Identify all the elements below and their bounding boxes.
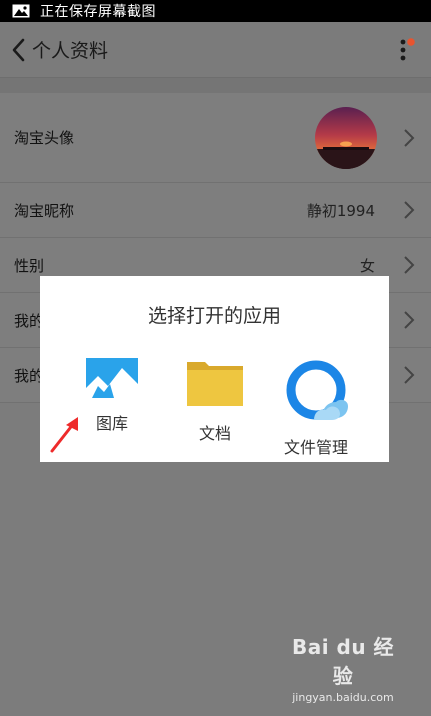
app-option-file-manager[interactable]: 文件管理 [266,358,366,458]
image-icon [12,4,30,18]
chevron-right-icon [404,201,415,219]
page-title: 个人资料 [32,40,109,62]
chevron-right-icon [404,128,415,147]
avatar[interactable] [315,107,377,169]
row-value: 静初1994 [306,201,375,220]
chevron-right-icon [404,256,415,274]
folder-icon [187,362,243,406]
app-chooser-dialog: 选择打开的应用 图库 文档 文件管理 [40,276,389,462]
annotation-arrow-icon [50,417,78,453]
chevron-left-icon[interactable] [6,35,30,65]
watermark-url: jingyan.baidu.com [292,691,394,704]
gallery-icon [86,358,138,398]
status-text: 正在保存屏幕截图 [40,4,156,20]
app-label: 文档 [198,424,231,443]
row-label: 淘宝头像 [14,129,75,147]
profile-row-nickname[interactable]: 淘宝昵称 静初1994 [0,183,431,238]
row-value: 女 [359,256,375,275]
baidu-jingyan-watermark: Bai du 经验 jingyan.baidu.com [283,631,403,704]
app-option-documents[interactable]: 文档 [165,358,265,444]
section-gap [0,78,431,93]
file-manager-icon [286,360,348,420]
status-bar: 正在保存屏幕截图 [0,0,431,22]
profile-row-avatar[interactable]: 淘宝头像 [0,93,431,183]
row-label: 性别 [14,256,45,275]
chevron-right-icon [404,366,415,384]
more-vertical-icon[interactable] [397,36,417,64]
watermark-title: Bai du 经验 [291,635,395,688]
row-label: 淘宝昵称 [14,201,75,220]
dialog-title: 选择打开的应用 [147,305,281,327]
notification-badge [407,38,415,46]
app-label: 文件管理 [283,438,348,457]
app-bar: 个人资料 [0,22,431,78]
chevron-right-icon [404,311,415,329]
